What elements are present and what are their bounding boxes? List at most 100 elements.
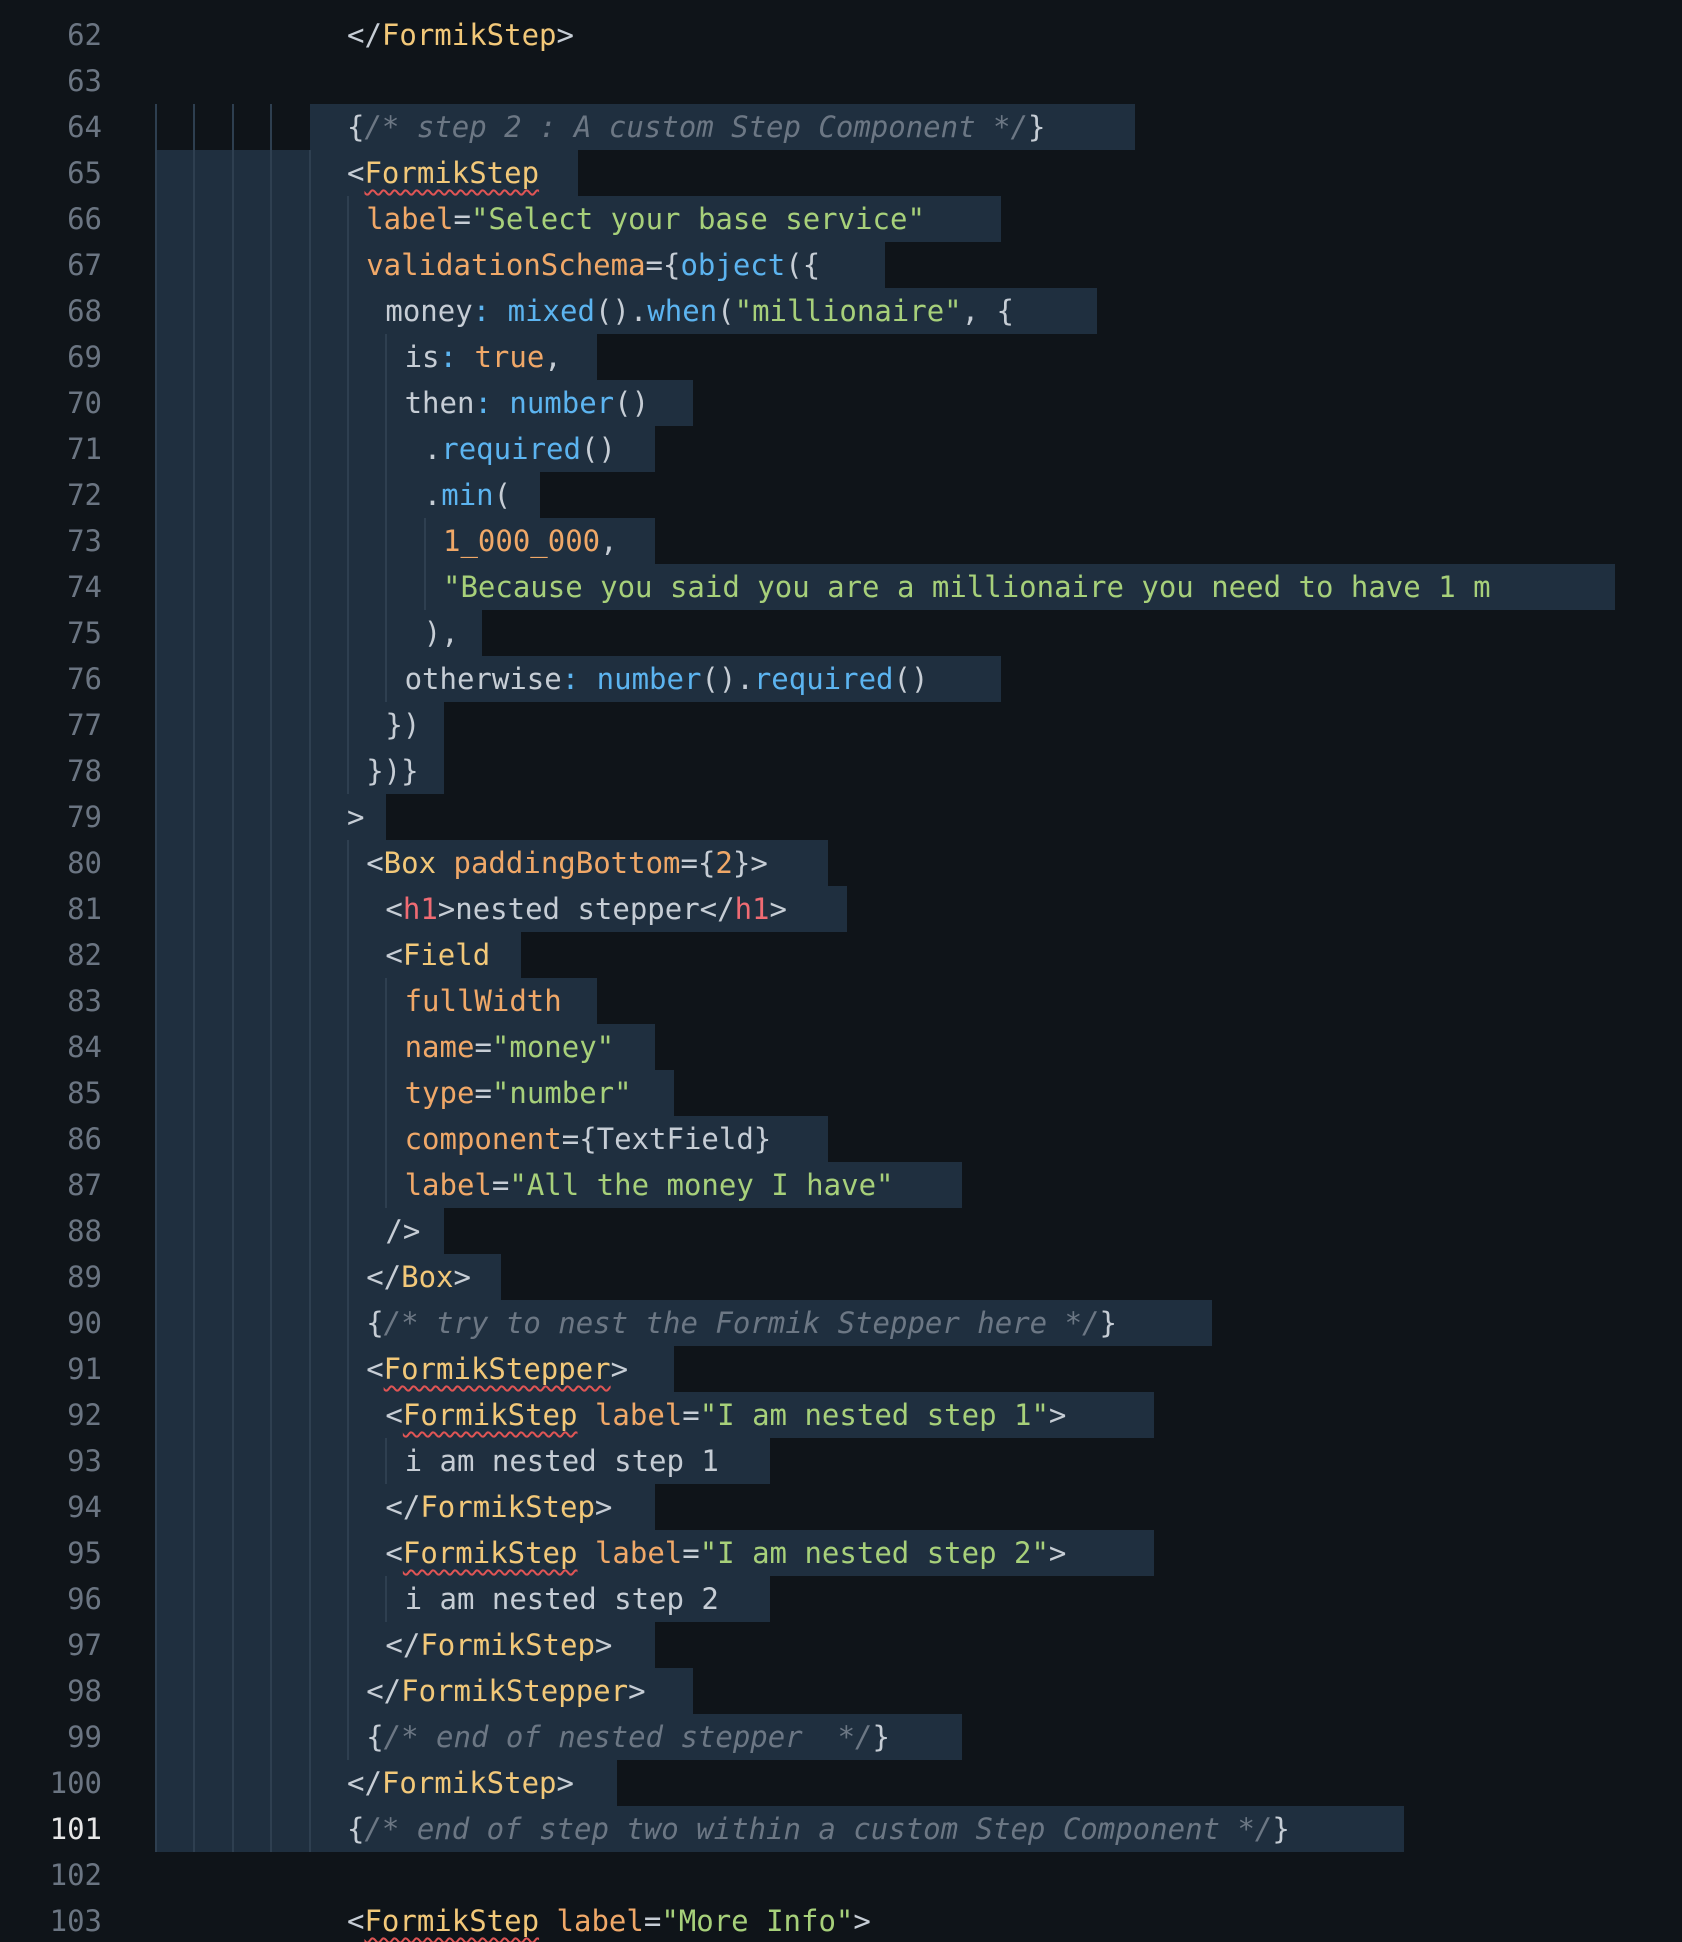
code-token: then [404,386,475,420]
indent-guide [385,610,388,656]
code-line[interactable]: <FormikStepper> [366,1346,628,1392]
code-token: money [385,294,473,328]
indent-guide [347,564,349,610]
code-area[interactable]: </FormikStep> {/* step 2 : A custom Step … [0,0,1682,1942]
code-line[interactable]: is: true, [405,334,562,380]
indent-guide [270,794,273,840]
indent-guide [270,1208,273,1254]
indent-guide [385,1576,388,1622]
code-line[interactable]: </FormikStep> [385,1484,612,1530]
indent-guide [231,840,234,886]
line-number: 66 [67,202,102,236]
indent-guide [347,1576,349,1622]
code-token: FormikStep [402,1536,578,1570]
code-line[interactable]: ), [424,610,459,656]
indent-guide [231,564,234,610]
code-line[interactable]: {/* try to nest the Formik Stepper here … [366,1300,1117,1346]
indent-guide [308,656,311,702]
indent-guide [155,840,157,886]
indent-guide [231,334,234,380]
indent-guide [155,1346,157,1392]
code-line[interactable]: <h1>nested stepper</h1> [385,886,787,932]
code-token: label [594,1536,683,1570]
code-line[interactable]: "Because you said you are a millionaire … [443,564,1491,610]
code-line[interactable]: </FormikStep> [347,12,574,58]
indent-guide [308,702,311,748]
indent-guide [270,426,273,472]
line-number: 94 [67,1490,102,1524]
code-line[interactable]: then: number() [405,380,649,426]
code-line[interactable]: <FormikStep [347,150,539,196]
indent-guide [193,242,196,288]
code-line[interactable]: </FormikStepper> [366,1668,645,1714]
line-number: 84 [67,1030,102,1064]
code-line[interactable]: .required() [424,426,616,472]
indent-guide [347,472,349,518]
code-line[interactable]: {/* step 2 : A custom Step Component */} [347,104,1045,150]
code-line[interactable]: }) [385,702,420,748]
code-line[interactable]: <Box paddingBottom={2}> [366,840,768,886]
code-line[interactable]: component={TextField} [405,1116,772,1162]
indent-guide [270,1392,273,1438]
code-token: > [347,800,365,834]
indent-guide [308,426,311,472]
code-line[interactable]: otherwise: number().required() [405,656,929,702]
indent-guide [270,840,273,886]
indent-guide [155,1760,157,1806]
code-line[interactable]: type="number" [405,1070,632,1116]
code-line[interactable]: <FormikStep label="More Info"> [347,1898,871,1942]
indent-guide [155,1668,157,1714]
code-line[interactable]: .min( [424,472,511,518]
code-token: FormikStep [420,1628,595,1662]
code-token: when [647,294,718,328]
code-line[interactable]: i am nested step 1 [405,1438,719,1484]
code-token: = [491,1168,510,1202]
code-line[interactable]: </FormikStep> [385,1622,612,1668]
indent-guide [385,656,388,702]
code-token: (). [594,294,648,328]
code-line[interactable]: <FormikStep label="I am nested step 1"> [385,1392,1066,1438]
indent-guide [193,564,196,610]
code-token: > [594,1490,613,1524]
indent-guide [155,472,157,518]
line-number: 85 [67,1076,102,1110]
code-line[interactable]: })} [366,748,418,794]
line-number: 97 [67,1628,102,1662]
code-line[interactable]: <FormikStep label="I am nested step 2"> [385,1530,1066,1576]
indent-guide [385,334,388,380]
code-line[interactable]: fullWidth [405,978,562,1024]
code-token: >nested stepper</ [437,892,735,926]
code-line[interactable]: </Box> [366,1254,471,1300]
code-token: FormikStep [402,1398,578,1432]
code-line[interactable]: {/* end of step two within a custom Step… [347,1806,1290,1852]
indent-guide [347,334,349,380]
indent-guide [231,748,234,794]
line-number: 99 [67,1720,102,1754]
code-line[interactable]: money: mixed().when("millionaire", { [385,288,1014,334]
code-token: </ [366,1674,402,1708]
indent-guide [385,1162,388,1208]
code-line[interactable]: /> [385,1208,420,1254]
line-number: 100 [49,1766,102,1800]
code-line[interactable]: label="Select your base service" [366,196,925,242]
code-line[interactable]: validationSchema={object({ [366,242,820,288]
code-line[interactable]: </FormikStep> [347,1760,574,1806]
code-line[interactable]: name="money" [405,1024,615,1070]
code-line[interactable]: 1_000_000, [443,518,618,564]
code-editor[interactable]: </FormikStep> {/* step 2 : A custom Step … [0,0,1682,1942]
code-token: min [441,478,494,512]
indent-guide [270,1714,273,1760]
code-token: , [600,524,618,558]
indent-guide [308,1162,311,1208]
code-token: (). [701,662,754,696]
code-line[interactable]: > [347,794,364,840]
indent-guide [347,242,349,288]
indent-guide [193,610,196,656]
code-line[interactable]: label="All the money I have" [405,1162,894,1208]
code-token: > [1048,1398,1067,1432]
indent-guide [308,1622,311,1668]
code-line[interactable]: <Field [385,932,490,978]
code-line[interactable]: {/* end of nested stepper */} [366,1714,890,1760]
code-token: () [580,432,616,466]
code-line[interactable]: i am nested step 2 [405,1576,719,1622]
